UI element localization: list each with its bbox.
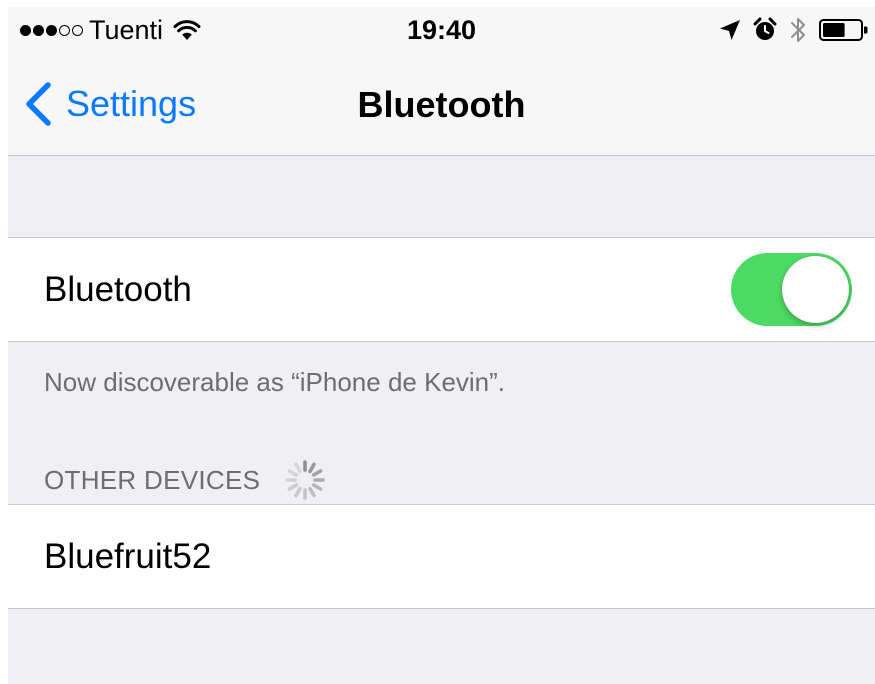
other-devices-header: OTHER DEVICES bbox=[44, 457, 328, 503]
location-icon bbox=[720, 20, 740, 40]
bluetooth-toggle-row: Bluetooth bbox=[8, 237, 875, 342]
bluetooth-label: Bluetooth bbox=[44, 270, 192, 309]
status-icons bbox=[719, 15, 869, 45]
navigation-bar: Settings Bluetooth bbox=[8, 52, 875, 156]
toggle-knob bbox=[782, 256, 849, 323]
bluetooth-icon bbox=[791, 18, 805, 42]
device-row[interactable]: Bluefruit52 bbox=[8, 504, 875, 609]
alarm-icon bbox=[753, 17, 777, 40]
activity-spinner-icon bbox=[285, 460, 326, 500]
status-bar: Tuenti 19:40 bbox=[8, 7, 875, 52]
discoverable-footer: Now discoverable as “iPhone de Kevin”. bbox=[44, 367, 506, 397]
bluetooth-toggle[interactable] bbox=[731, 253, 852, 326]
screen: Tuenti 19:40 Settings Bluetooth Bluetoot… bbox=[8, 7, 875, 684]
device-name: Bluefruit52 bbox=[44, 537, 212, 576]
page-title: Bluetooth bbox=[357, 84, 526, 125]
battery-icon bbox=[819, 19, 868, 41]
section-header-label: OTHER DEVICES bbox=[44, 465, 261, 495]
